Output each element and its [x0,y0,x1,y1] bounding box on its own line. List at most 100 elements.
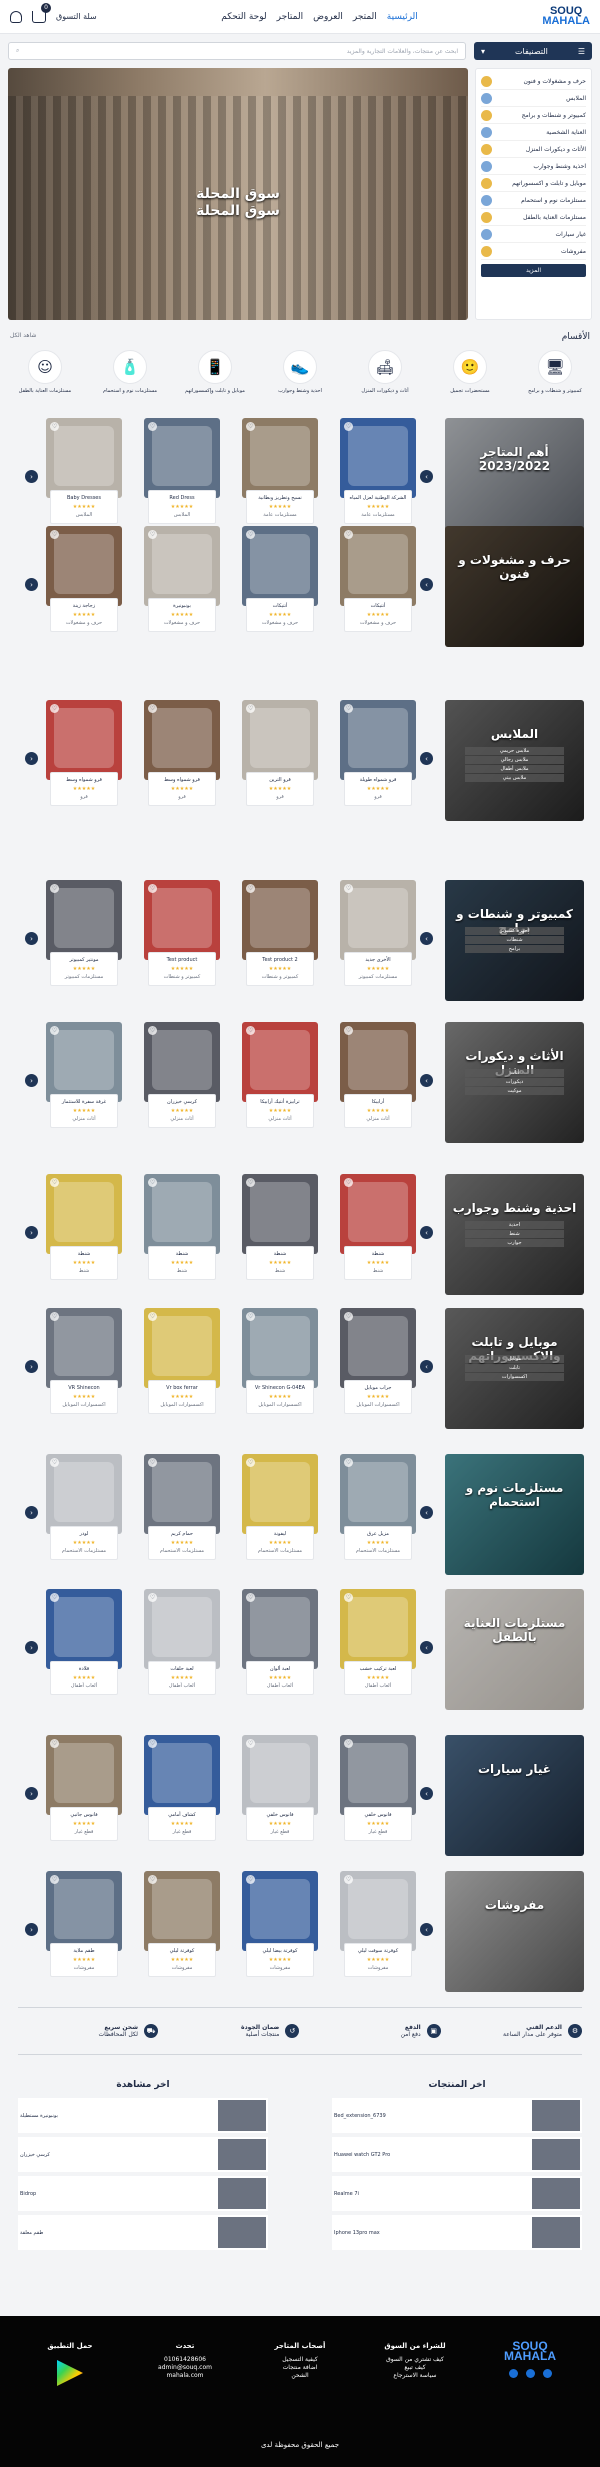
product-name[interactable]: لودر [54,1530,114,1539]
heart-icon[interactable]: ♡ [344,704,353,713]
product-card[interactable]: ♡ Vr Shinecon G-04EA ★★★★★ اكسسوارات الم… [242,1308,318,1429]
product-image[interactable]: ♡ [242,700,318,780]
product-image[interactable]: ♡ [46,1735,122,1815]
category-card[interactable]: 🙂 مستحضرات تجميل [435,350,505,406]
section-banner[interactable]: الملابس ملابس حريمي ملابس رجالي ملابس أطفال… [445,700,584,821]
product-name[interactable]: مزيل عرق [348,1530,408,1539]
product-name[interactable]: شنطة [54,1250,114,1259]
user-icon[interactable] [10,10,22,23]
product-image[interactable]: ♡ [242,1589,318,1669]
product-image[interactable]: ♡ [46,418,122,498]
email-link[interactable]: admin@souq.com [140,2364,230,2372]
product-name[interactable]: قرو شمواه وسط [152,776,212,785]
footer-link[interactable]: كيف تبيع [370,2364,460,2372]
product-name[interactable]: فانوس جانبي [54,1811,114,1820]
product-card[interactable]: ♡ لعبة تركيب خشب ★★★★★ ألعاب أطفال [340,1589,416,1710]
product-name[interactable]: ليفونة [250,1530,310,1539]
product-name[interactable]: قرو شمواه وسط [54,776,114,785]
product-card[interactable]: ♡ كوفرتة سوفت ليلي ★★★★★ مفروشات [340,1871,416,1992]
more-button[interactable]: المزيد [481,264,586,277]
subcategory-link[interactable]: احذية [465,1221,564,1229]
subcategory-link[interactable]: شنط [465,1230,564,1238]
product-image[interactable]: ♡ [144,526,220,606]
latest-item-image[interactable] [218,2178,266,2209]
product-name[interactable]: Baby Dresses [54,494,114,503]
chevron-left-icon[interactable]: ‹ [25,1360,38,1373]
product-image[interactable]: ♡ [144,880,220,960]
product-card[interactable]: ♡ كوفرتة بيضا ليلي ★★★★★ مفروشات [242,1871,318,1992]
heart-icon[interactable]: ♡ [344,884,353,893]
chevron-left-icon[interactable]: ‹ [25,1923,38,1936]
product-card[interactable]: ♡ Vr box ferrar ★★★★★ اكسسوارات الموبايل [144,1308,220,1429]
latest-item-name[interactable]: Huawei watch GT2 Pro [334,2152,390,2158]
latest-item-name[interactable]: كرسي خيزران [20,2152,50,2158]
product-card[interactable]: ♡ قرو شمواه طويلة ★★★★★ قرو [340,700,416,821]
section-banner[interactable]: مستلزمات العناية بالطفل [445,1589,584,1710]
sidebar-item[interactable]: مستلزمات نوم و استحمام [481,192,586,209]
chevron-right-icon[interactable]: › [420,1787,433,1800]
product-image[interactable]: ♡ [46,880,122,960]
product-name[interactable]: طقم ملاية [54,1947,114,1956]
heart-icon[interactable]: ♡ [148,1458,157,1467]
heart-icon[interactable]: ♡ [246,1178,255,1187]
view-all-link[interactable]: شاهد الكل [10,332,36,342]
footer-link[interactable]: اضافة منتجات [255,2364,345,2372]
product-card[interactable]: ♡ لعبة حلقات ★★★★★ ألعاب أطفال [144,1589,220,1710]
chevron-right-icon[interactable]: › [420,1641,433,1654]
categories-button[interactable]: ☰ التصنيفات ▾ [474,42,592,60]
nav-dashboard[interactable]: لوحة التحكم [221,12,266,22]
product-card[interactable]: ♡ VR Shinecon ★★★★★ اكسسوارات الموبايل [46,1308,122,1429]
sidebar-item[interactable]: العناية الشخصية [481,124,586,141]
product-image[interactable]: ♡ [46,1308,122,1388]
heart-icon[interactable]: ♡ [50,1178,59,1187]
product-image[interactable]: ♡ [340,1174,416,1254]
chevron-left-icon[interactable]: ‹ [25,470,38,483]
chevron-right-icon[interactable]: › [420,752,433,765]
latest-view-item[interactable]: طقم معلقة [18,2215,268,2250]
latest-product-item[interactable]: Huawei watch GT2 Pro [332,2137,582,2172]
product-name[interactable]: حمام كريم [152,1530,212,1539]
product-card[interactable]: ♡ الشركة الوطنية لعزل المياه ★★★★★ مستلز… [340,418,416,539]
product-card[interactable]: ♡ ترابيزة أنتيك أرابيكا ★★★★★ أثاث منزلي [242,1022,318,1143]
heart-icon[interactable]: ♡ [148,1593,157,1602]
heart-icon[interactable]: ♡ [246,884,255,893]
product-image[interactable]: ♡ [340,1022,416,1102]
product-name[interactable]: أنتيكات [348,602,408,611]
product-image[interactable]: ♡ [144,1454,220,1534]
latest-item-image[interactable] [218,2139,266,2170]
subcategory-link[interactable]: ملابس رجالي [465,756,564,764]
sidebar-item[interactable]: كمبيوتر و شنطات و برامج [481,107,586,124]
latest-item-image[interactable] [532,2139,580,2170]
sidebar-item[interactable]: موبايل و تابلت و اكسسوراتهم [481,175,586,192]
product-image[interactable]: ♡ [144,1589,220,1669]
product-image[interactable]: ♡ [46,1871,122,1951]
hero-banner[interactable]: سوق المحلة سوق المحلة [8,68,468,320]
subcategory-link[interactable]: موكيت [465,1087,564,1095]
product-name[interactable]: أرابيكا [348,1098,408,1107]
heart-icon[interactable]: ♡ [246,1875,255,1884]
heart-icon[interactable]: ♡ [344,1026,353,1035]
product-card[interactable]: ♡ كشاف أمامي ★★★★★ قطع غيار [144,1735,220,1856]
product-card[interactable]: ♡ مزيل عرق ★★★★★ مستلزمات الاستحمام [340,1454,416,1575]
product-card[interactable]: ♡ لودر ★★★★★ مستلزمات الاستحمام [46,1454,122,1575]
product-image[interactable]: ♡ [242,1022,318,1102]
product-card[interactable]: ♡ بونبونيرة ★★★★★ حرف و مشغولات [144,526,220,647]
heart-icon[interactable]: ♡ [50,1739,59,1748]
product-card[interactable]: ♡ فانوس خلفي ★★★★★ قطع غيار [340,1735,416,1856]
latest-item-name[interactable]: طقم معلقة [20,2230,43,2236]
product-card[interactable]: ♡ Red Dress ★★★★★ الملابس [144,418,220,539]
product-name[interactable]: كوفرتة بيضا ليلي [250,1947,310,1956]
heart-icon[interactable]: ♡ [246,422,255,431]
product-name[interactable]: فانوس خلفي [348,1811,408,1820]
product-name[interactable]: شنطة [250,1250,310,1259]
product-card[interactable]: ♡ غرفة سفرة للاستثمار ★★★★★ أثاث منزلي [46,1022,122,1143]
heart-icon[interactable]: ♡ [148,704,157,713]
twitter-icon[interactable] [525,2369,535,2379]
subcategory-link[interactable]: ملابس أطفال [465,765,564,773]
section-banner[interactable]: كمبيوتر و شنطات و برامجأجهزة كمبيوترشنطا… [445,880,584,1001]
subcategory-link[interactable]: ديكورات [465,1078,564,1086]
product-card[interactable]: ♡ شنطة ★★★★★ شنط [46,1174,122,1295]
footer-link[interactable]: الشحن [255,2372,345,2380]
heart-icon[interactable]: ♡ [344,422,353,431]
section-banner[interactable]: احذية وشنط وجوارب احذية شنط جوارب [445,1174,584,1295]
